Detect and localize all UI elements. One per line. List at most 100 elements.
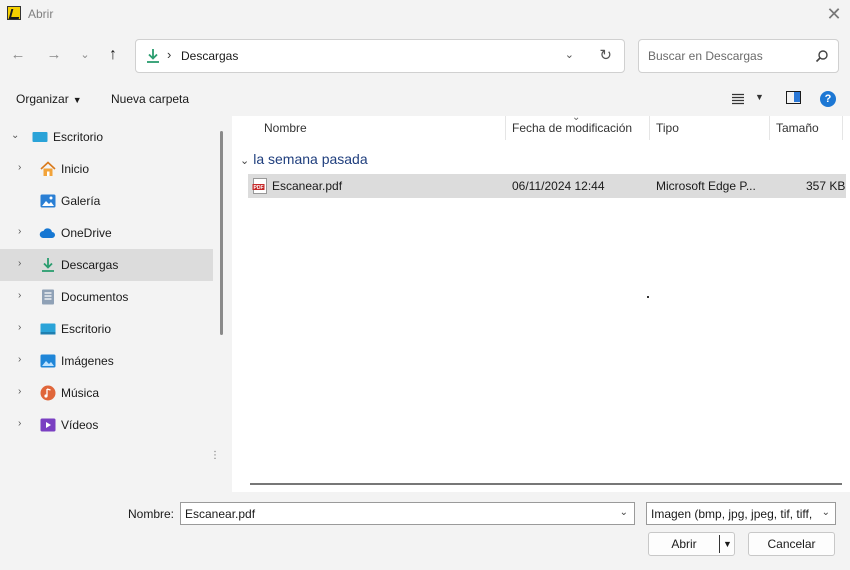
sidebar-item-label: Música <box>61 386 100 400</box>
filename-dropdown-icon[interactable]: ⌄ <box>620 507 628 518</box>
address-dropdown-icon[interactable]: ⌄ <box>565 48 574 61</box>
horizontal-scrollbar[interactable] <box>250 483 842 485</box>
column-divider[interactable] <box>842 116 843 140</box>
view-caret-icon[interactable]: ▼ <box>755 92 764 102</box>
pane-resize-grip-icon[interactable]: ⋮ <box>210 450 220 461</box>
sidebar-item-label: Escritorio <box>61 322 112 336</box>
column-header-modified[interactable]: Fecha de modificación <box>512 121 632 135</box>
group-header[interactable]: ⌄ la semana pasada <box>240 151 368 167</box>
up-arrow-icon[interactable]: ↑ <box>103 44 123 66</box>
file-size: 357 KB <box>806 179 846 193</box>
title-bar: Abrir ✕ <box>0 0 850 28</box>
file-type-value: Imagen (bmp, jpg, jpeg, tif, tiff, <box>651 507 813 521</box>
collapsed-chevron-icon[interactable]: › <box>18 162 21 173</box>
help-icon[interactable]: ? <box>820 91 836 107</box>
group-label: la semana pasada <box>253 151 368 167</box>
organize-button[interactable]: Organizar ▼ <box>16 92 82 106</box>
music-icon <box>40 385 56 401</box>
app-icon <box>7 6 21 20</box>
sidebar-item-label: Descargas <box>61 258 119 272</box>
column-divider[interactable] <box>769 116 770 140</box>
sidebar-item-inicio[interactable]: › Inicio <box>0 153 213 185</box>
cancel-button[interactable]: Cancelar <box>748 532 835 556</box>
file-name: Escanear.pdf <box>272 179 343 193</box>
gallery-icon <box>40 194 56 208</box>
navigation-bar: ← → ⌄ ↑ › Descargas ⌄ ↻ Buscar en Descar… <box>0 28 850 83</box>
download-icon <box>42 258 54 272</box>
collapsed-chevron-icon[interactable]: › <box>18 322 21 333</box>
recent-locations-chevron-icon[interactable]: ⌄ <box>75 44 95 66</box>
table-row[interactable]: PDF Escanear.pdf 06/11/2024 12:44 Micros… <box>248 174 846 198</box>
file-type: Microsoft Edge P... <box>656 179 756 193</box>
search-icon[interactable] <box>815 49 829 63</box>
desktop-icon <box>32 132 48 142</box>
collapsed-chevron-icon[interactable]: › <box>18 386 21 397</box>
sidebar-item-label: Vídeos <box>61 418 99 432</box>
sidebar-item-onedrive[interactable]: › OneDrive <box>0 217 213 249</box>
sidebar-item-documentos[interactable]: › Documentos <box>0 281 213 313</box>
collapsed-chevron-icon[interactable]: › <box>18 418 21 429</box>
open-button[interactable]: Abrir ▼ <box>648 532 735 556</box>
breadcrumb-separator-icon: › <box>167 47 172 62</box>
home-icon <box>40 161 56 176</box>
dialog-footer: Nombre: Escanear.pdf ⌄ Imagen (bmp, jpg,… <box>0 492 850 570</box>
column-header-size[interactable]: Tamaño <box>776 121 819 135</box>
caret-down-icon: ▼ <box>72 95 82 105</box>
sidebar-item-descargas[interactable]: › Descargas <box>0 249 213 281</box>
group-chevron-icon[interactable]: ⌄ <box>240 155 249 167</box>
file-modified: 06/11/2024 12:44 <box>512 179 605 193</box>
sidebar-item-escritorio[interactable]: › Escritorio <box>0 313 213 345</box>
documents-icon <box>42 289 54 305</box>
window-title: Abrir <box>28 7 54 21</box>
sidebar-item-label: Documentos <box>61 290 129 304</box>
filename-value: Escanear.pdf <box>185 507 256 521</box>
column-divider[interactable] <box>505 116 506 140</box>
collapsed-chevron-icon[interactable]: › <box>18 354 21 365</box>
videos-icon <box>40 418 56 432</box>
view-options-icon[interactable] <box>732 93 744 105</box>
sidebar-item-galeria[interactable]: Galería <box>0 185 213 217</box>
back-arrow-icon[interactable]: ← <box>8 44 28 66</box>
refresh-icon[interactable]: ↻ <box>599 46 612 64</box>
cloud-icon <box>39 228 55 238</box>
column-divider[interactable] <box>649 116 650 140</box>
filename-field[interactable]: Escanear.pdf ⌄ <box>180 502 635 525</box>
filename-label: Nombre: <box>128 507 175 521</box>
open-dropdown-icon[interactable]: ▼ <box>723 533 732 555</box>
address-bar[interactable]: › Descargas ⌄ ↻ <box>135 39 625 73</box>
sidebar-item-escritorio-root[interactable]: ⌄ Escritorio <box>0 121 213 153</box>
download-icon <box>147 49 159 63</box>
search-input[interactable]: Buscar en Descargas <box>638 39 839 73</box>
breadcrumb[interactable]: Descargas <box>181 49 238 63</box>
split-divider <box>719 535 720 553</box>
new-folder-button[interactable]: Nueva carpeta <box>111 92 189 106</box>
file-type-dropdown-icon[interactable]: ⌄ <box>822 507 830 518</box>
sidebar-item-musica[interactable]: › Música <box>0 377 213 409</box>
svg-text:PDF: PDF <box>254 185 264 191</box>
sidebar-item-imagenes[interactable]: › Imágenes <box>0 345 213 377</box>
open-label: Abrir <box>671 537 697 551</box>
sidebar-item-label: Escritorio <box>53 130 104 144</box>
command-bar: Organizar ▼ Nueva carpeta ▼ ? <box>0 85 850 113</box>
collapsed-chevron-icon[interactable]: › <box>18 226 21 237</box>
file-type-select[interactable]: Imagen (bmp, jpg, jpeg, tif, tiff, ⌄ <box>646 502 836 525</box>
sidebar-item-label: OneDrive <box>61 226 112 240</box>
expanded-chevron-icon[interactable]: ⌄ <box>11 130 19 141</box>
preview-pane-icon[interactable] <box>786 91 801 104</box>
stray-dot <box>647 296 649 298</box>
column-header-name[interactable]: Nombre <box>264 121 307 135</box>
organize-label: Organizar <box>16 92 69 106</box>
column-header-type[interactable]: Tipo <box>656 121 679 135</box>
forward-arrow-icon[interactable]: → <box>44 44 64 66</box>
sidebar-item-label: Galería <box>61 194 101 208</box>
collapsed-chevron-icon[interactable]: › <box>18 290 21 301</box>
close-button[interactable]: ✕ <box>824 4 844 24</box>
pdf-icon: PDF <box>252 178 267 194</box>
file-list: Nombre ⌄ Fecha de modificación Tipo Tama… <box>232 112 850 492</box>
search-placeholder: Buscar en Descargas <box>648 49 763 63</box>
collapsed-chevron-icon[interactable]: › <box>18 258 21 269</box>
pictures-icon <box>40 354 56 368</box>
sidebar-item-videos[interactable]: › Vídeos <box>0 409 213 441</box>
desktop-icon <box>40 323 56 335</box>
sidebar-scrollbar[interactable] <box>220 131 223 335</box>
